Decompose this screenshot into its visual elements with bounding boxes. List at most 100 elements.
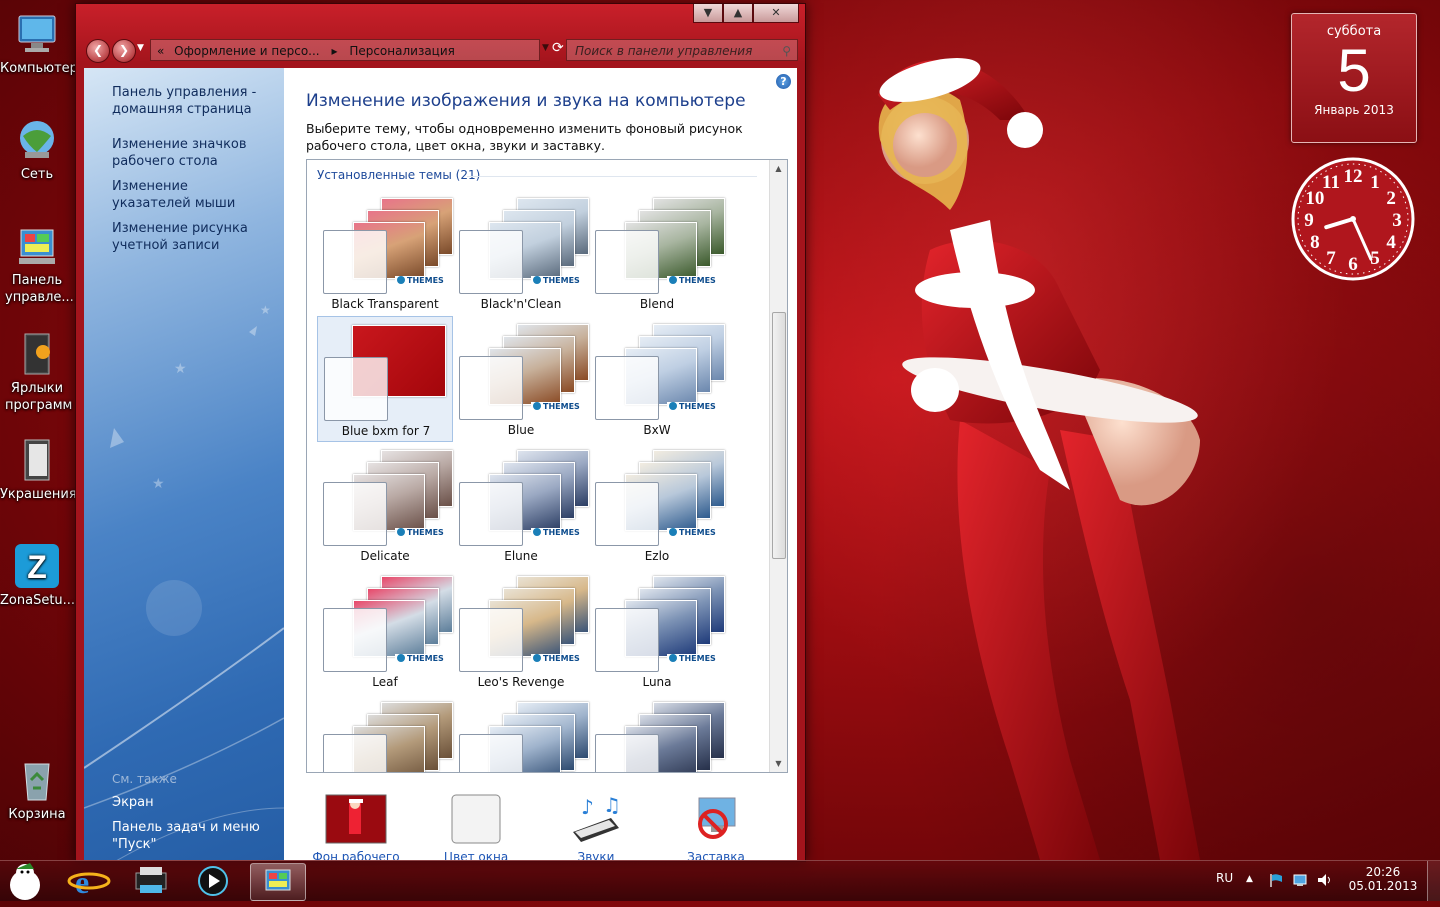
- themes-list[interactable]: Установленные темы (21) THEMES Black Tran…: [306, 159, 788, 773]
- system-time: 20:26: [1365, 865, 1401, 879]
- search-icon: ⚲: [782, 44, 791, 58]
- window-color-button[interactable]: Цвет окна: [426, 780, 526, 860]
- desktop-icon-control-panel[interactable]: Панель управле...: [0, 222, 74, 306]
- taskbar-control-panel-button[interactable]: [250, 863, 306, 901]
- caption-buttons: ▼ ▲ ✕: [693, 4, 799, 24]
- theme-item[interactable]: THEMES BxW: [589, 316, 725, 442]
- address-dropdown[interactable]: ▼: [542, 43, 549, 53]
- theme-item[interactable]: Blue bxm for 7: [317, 316, 453, 442]
- media-player-icon[interactable]: [186, 863, 240, 899]
- theme-item[interactable]: THEMES: [589, 694, 725, 772]
- control-panel-icon: [13, 222, 61, 270]
- theme-name: Delicate: [360, 549, 410, 563]
- sidebar-link-desktop-icons[interactable]: Изменение значков рабочего стола: [112, 136, 262, 170]
- close-button[interactable]: ✕: [753, 4, 799, 23]
- sounds-button[interactable]: ♪ ♫ Звуки: [546, 780, 646, 860]
- window-color-swatch: [459, 734, 523, 772]
- theme-item[interactable]: THEMES: [317, 694, 453, 772]
- scroll-down-arrow-icon[interactable]: ▼: [770, 755, 787, 772]
- calendar-gadget[interactable]: суббота 5 Январь 2013: [1291, 13, 1417, 143]
- theme-item[interactable]: THEMES Delicate: [317, 442, 453, 568]
- desktop-icon-zona[interactable]: Z ZonaSetu...: [0, 542, 75, 609]
- help-icon[interactable]: ?: [776, 74, 791, 89]
- internet-explorer-icon[interactable]: e: [62, 863, 116, 900]
- clock-center: [1350, 216, 1356, 222]
- theme-item[interactable]: THEMES Leaf: [317, 568, 453, 694]
- theme-item[interactable]: THEMES Black'n'Clean: [453, 190, 589, 316]
- theme-preview: THEMES: [459, 324, 589, 420]
- action-center-flag-icon[interactable]: [1268, 872, 1284, 891]
- theme-item[interactable]: THEMES Blue: [453, 316, 589, 442]
- language-indicator[interactable]: RU: [1216, 871, 1233, 885]
- theme-preview: THEMES: [459, 450, 589, 546]
- page-description: Выберите тему, чтобы одновременно измени…: [306, 121, 743, 153]
- volume-icon[interactable]: [1316, 872, 1332, 891]
- scroll-up-arrow-icon[interactable]: ▲: [770, 160, 787, 177]
- recent-pages-dropdown[interactable]: ▼: [137, 43, 144, 53]
- desktop-icon-network[interactable]: Сеть: [0, 116, 74, 183]
- system-clock[interactable]: 20:26 05.01.2013: [1346, 865, 1420, 893]
- svg-text:★: ★: [174, 361, 187, 377]
- theme-item[interactable]: THEMES Ezlo: [589, 442, 725, 568]
- scrollbar[interactable]: ▲ ▼: [769, 160, 787, 772]
- show-hidden-icons-chevron-icon[interactable]: ▲: [1246, 874, 1253, 884]
- clock-number: 12: [1344, 166, 1363, 187]
- network-icon: [13, 116, 61, 164]
- desktop-icon-label: Корзина: [8, 807, 66, 822]
- zona-icon: Z: [13, 542, 61, 590]
- search-placeholder: Поиск в панели управления: [575, 44, 753, 58]
- clock-number: 8: [1310, 232, 1320, 253]
- theme-name: Leo's Revenge: [477, 675, 565, 689]
- desktop-background-button[interactable]: Фон рабочего: [306, 780, 406, 860]
- clock-number: 6: [1348, 254, 1358, 275]
- desktop-icon-label: Панель управле...: [5, 273, 74, 305]
- theme-item[interactable]: THEMES Luna: [589, 568, 725, 694]
- window-color-swatch: [323, 230, 387, 294]
- minimize-button[interactable]: ▼: [693, 4, 723, 23]
- screensaver-label: Заставка: [687, 850, 745, 860]
- breadcrumb-separator[interactable]: ▸: [331, 44, 337, 58]
- maximize-button[interactable]: ▲: [723, 4, 753, 23]
- svg-text:♪: ♪: [581, 795, 594, 819]
- sounds-icon: ♪ ♫: [565, 793, 627, 844]
- search-input[interactable]: Поиск в панели управления ⚲: [566, 39, 798, 61]
- start-orb-icon[interactable]: [0, 863, 54, 900]
- forward-button[interactable]: ❯: [112, 39, 136, 63]
- taskbar: e RU ▲ 20:26 05.01.2013: [0, 860, 1440, 901]
- sidebar-link-account-picture[interactable]: Изменение рисунка учетной записи: [112, 220, 262, 254]
- theme-item[interactable]: THEMES Black Transparent: [317, 190, 453, 316]
- window-color-swatch: [459, 608, 523, 672]
- show-desktop-button[interactable]: [1427, 861, 1440, 901]
- theme-item[interactable]: THEMES Leo's Revenge: [453, 568, 589, 694]
- desktop-icon-decorations[interactable]: Украшения: [0, 436, 77, 503]
- window-color-swatch: [459, 482, 523, 546]
- sidebar-link-taskbar[interactable]: Панель задач и меню "Пуск": [112, 819, 262, 853]
- sidebar-link-mouse-pointers[interactable]: Изменение указателей мыши: [112, 178, 262, 212]
- theme-preview: THEMES: [459, 198, 589, 294]
- desktop-icon-computer[interactable]: Компьютер: [0, 10, 78, 77]
- network-tray-icon[interactable]: [1292, 872, 1308, 891]
- sidebar-link-display[interactable]: Экран: [112, 794, 262, 811]
- screensaver-button[interactable]: Заставка: [666, 780, 766, 860]
- clock-gadget[interactable]: 12 1 2 3 4 5 6 7 8 9 10 11: [1289, 155, 1417, 283]
- theme-preview: THEMES: [323, 450, 453, 546]
- shortcuts-folder-icon: [13, 330, 61, 378]
- desktop-icon-shortcuts[interactable]: Ярлыки программ: [0, 330, 74, 414]
- theme-preview: THEMES: [459, 576, 589, 672]
- breadcrumb-appearance[interactable]: Оформление и персо...: [174, 44, 319, 58]
- clock-number: 11: [1322, 172, 1340, 193]
- breadcrumb-personalization[interactable]: Персонализация: [349, 44, 455, 58]
- back-button[interactable]: ❮: [86, 39, 110, 63]
- theme-name: Luna: [642, 675, 672, 689]
- theme-item[interactable]: THEMES: [453, 694, 589, 772]
- theme-name: BxW: [643, 423, 671, 437]
- scrollbar-thumb[interactable]: [772, 312, 786, 559]
- window-color-swatch: [595, 482, 659, 546]
- sidebar-link-home[interactable]: Панель управления - домашняя страница: [112, 84, 262, 118]
- address-box[interactable]: « Оформление и персо... ▸ Персонализация: [150, 39, 540, 61]
- printer-icon[interactable]: [124, 863, 178, 899]
- theme-item[interactable]: THEMES Blend: [589, 190, 725, 316]
- theme-item[interactable]: THEMES Elune: [453, 442, 589, 568]
- desktop-icon-recycle-bin[interactable]: Корзина: [0, 756, 74, 823]
- themes-badge: THEMES: [531, 528, 582, 540]
